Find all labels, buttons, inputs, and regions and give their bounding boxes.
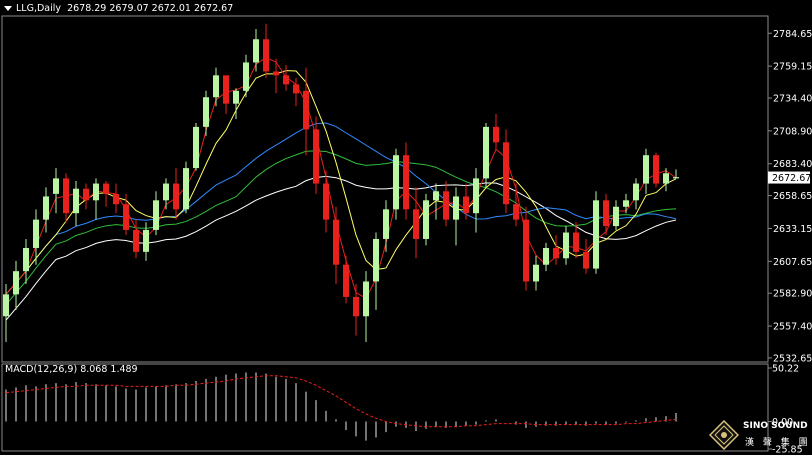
price-tick-label: 2759.15 <box>773 62 812 73</box>
candle-body <box>353 296 359 317</box>
price-tick-label: 2607.65 <box>773 257 812 268</box>
candle-body <box>383 209 389 239</box>
candle-body <box>523 219 529 282</box>
candle-body <box>463 196 469 214</box>
candle-body <box>263 39 269 72</box>
candle-body <box>183 168 189 210</box>
candle-body <box>633 183 639 201</box>
candle-body <box>123 204 129 230</box>
candle-body <box>403 155 409 210</box>
candle-body <box>293 84 299 94</box>
candle-body <box>13 271 19 295</box>
ohlc-values: 2678.29 2679.07 2672.01 2672.67 <box>67 3 234 14</box>
candle-body <box>473 178 479 214</box>
logo-name: SINO SOUND <box>743 421 808 431</box>
candle-body <box>303 90 309 130</box>
candle-body <box>53 178 59 194</box>
ma-fast-red-line <box>5 57 677 299</box>
price-tick-label: 2784.65 <box>773 29 812 40</box>
candle-body <box>333 219 339 265</box>
candle-body <box>373 238 379 282</box>
candle-body <box>23 247 29 272</box>
symbol-label: LLG,Daily <box>16 3 62 14</box>
price-tick-label: 2633.15 <box>773 224 812 235</box>
candle-body <box>343 264 349 297</box>
macd-header: MACD(12,26,9) 8.068 1.489 <box>5 364 138 376</box>
candle-body <box>653 155 659 184</box>
candle-body <box>203 97 209 127</box>
candle-body <box>503 142 509 205</box>
candle-body <box>103 183 109 194</box>
macd-panel-frame <box>1 363 769 452</box>
macd-label: MACD(12,26,9) <box>5 364 78 375</box>
candle-body <box>453 196 459 220</box>
candle-body <box>243 62 249 91</box>
price-tick-label: 2734.40 <box>773 94 812 105</box>
candle-body <box>443 191 449 220</box>
candle-body <box>163 183 169 201</box>
candle-body <box>323 183 329 220</box>
chart-terminal: 2784.65 2759.15 2734.40 2708.90 2683.40 2658.… <box>0 0 812 455</box>
candle-body <box>193 126 199 169</box>
candle-body <box>73 188 79 214</box>
candle-body <box>393 155 399 210</box>
watermark-logo: SINO SOUND 漢 聲 集 團 <box>709 418 809 452</box>
candle-body <box>153 200 159 230</box>
price-tick-label: 2582.90 <box>773 289 812 300</box>
price-chart: 2784.65 2759.15 2734.40 2708.90 2683.40 2658.… <box>1 15 812 455</box>
candle-body <box>613 206 619 227</box>
logo-chinese-name: 漢 聲 集 團 <box>745 438 811 448</box>
candle-body <box>433 191 439 201</box>
price-tick-label: 2557.40 <box>773 322 812 333</box>
macd-values: 8.068 1.489 <box>80 364 138 375</box>
candle-body <box>363 281 369 317</box>
candle-body <box>313 129 319 184</box>
candle-body <box>283 75 289 85</box>
candle-body <box>573 232 579 252</box>
candle-body <box>423 200 429 239</box>
dropdown-triangle-icon[interactable] <box>4 6 12 11</box>
price-tick-label: 2658.65 <box>773 191 812 202</box>
candle-body <box>483 126 489 179</box>
candle-body <box>133 229 139 252</box>
candle-body <box>663 173 669 184</box>
candle-body <box>603 200 609 227</box>
candle-body <box>493 126 499 143</box>
candle-body <box>143 229 149 252</box>
candle-body <box>213 75 219 98</box>
macd-tick-label: 50.22 <box>772 364 799 375</box>
candle-body <box>273 71 279 76</box>
candle-body <box>33 219 39 248</box>
candle-body <box>253 39 259 63</box>
candle-body <box>583 251 589 269</box>
ma-slow-blue-line <box>5 122 677 295</box>
candle-body <box>643 155 649 184</box>
candle-body <box>83 188 89 201</box>
candle-body <box>673 177 679 179</box>
candle-body <box>223 75 229 104</box>
candle-body <box>63 178 69 214</box>
price-tick-label: 2683.40 <box>773 159 812 170</box>
candle-body <box>413 209 419 239</box>
candle-body <box>3 294 9 317</box>
candle-body <box>93 183 99 201</box>
current-price-label: 2672.67 <box>772 173 811 184</box>
candle-body <box>173 183 179 210</box>
candle-body <box>533 264 539 282</box>
candle-body <box>623 200 629 207</box>
candle-body <box>513 204 519 220</box>
chart-header: LLG,Daily 2678.29 2679.07 2672.01 2672.6… <box>4 3 233 15</box>
candle-body <box>43 196 49 220</box>
candle-body <box>553 247 559 259</box>
price-tick-label: 2708.90 <box>773 126 812 137</box>
candle-body <box>593 200 599 269</box>
candle-body <box>543 247 549 265</box>
candle-body <box>113 193 119 205</box>
candle-body <box>563 232 569 259</box>
diamond-emblem-icon <box>709 420 739 450</box>
candle-body <box>233 90 239 104</box>
